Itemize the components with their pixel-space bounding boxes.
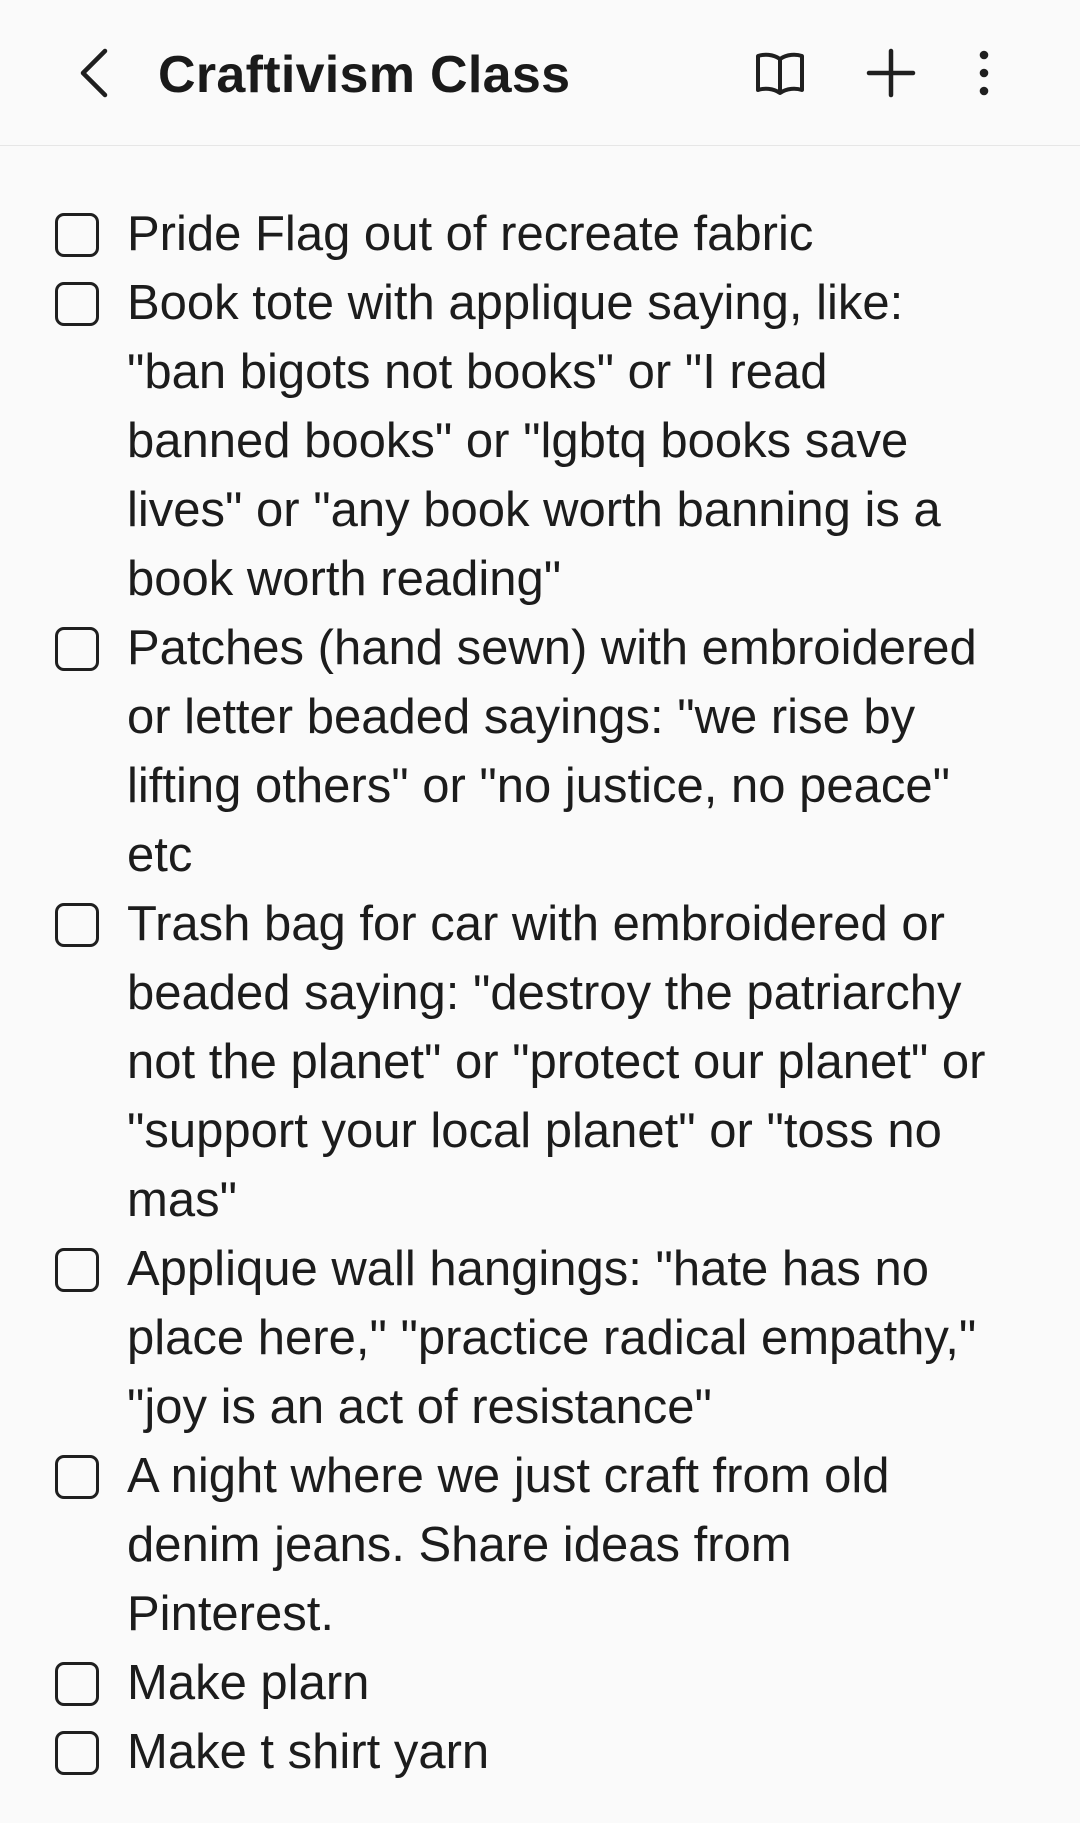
text-line: Applique wall hangings: "hate has no: [127, 1242, 929, 1296]
checkbox[interactable]: [55, 1662, 99, 1706]
add-button[interactable]: [853, 35, 929, 111]
checkbox[interactable]: [55, 1731, 99, 1775]
checklist-item: Pride Flag out of recreate fabric: [0, 200, 1080, 269]
text-line: "support your local planet" or "toss no: [127, 1104, 942, 1158]
checklist-item: A night where we just craft from old deni…: [0, 1442, 1080, 1649]
text-line: denim jeans. Share ideas from: [127, 1518, 792, 1572]
checkbox[interactable]: [55, 903, 99, 947]
checklist-item: Patches (hand sewn) with embroidered or l…: [0, 614, 1080, 890]
text-line: or letter beaded sayings: "we rise by: [127, 690, 916, 744]
checklist-item-text[interactable]: Book tote with applique saying, like: "ba…: [127, 269, 1032, 614]
checklist-item: Trash bag for car with embroidered or bea…: [0, 890, 1080, 1235]
text-line: lives" or "any book worth banning is a: [127, 483, 941, 537]
back-button[interactable]: [60, 28, 130, 118]
checklist-item-text[interactable]: Trash bag for car with embroidered or bea…: [127, 890, 1032, 1235]
text-line: A night where we just craft from old: [127, 1449, 890, 1503]
kebab-menu-icon: [979, 50, 989, 96]
plus-icon: [866, 48, 916, 98]
text-line: mas": [127, 1173, 237, 1227]
text-line: lifting others" or "no justice, no peace…: [127, 759, 951, 813]
text-line: beaded saying: "destroy the patriarchy: [127, 966, 962, 1020]
text-line: Pride Flag out of recreate fabric: [127, 207, 814, 261]
page-title: Craftivism Class: [158, 46, 571, 104]
text-line: "joy is an act of resistance": [127, 1380, 712, 1434]
text-line: place here," "practice radical empathy,": [127, 1311, 977, 1365]
text-line: "ban bigots not books" or "I read: [127, 345, 828, 399]
text-line: Make t shirt yarn: [127, 1725, 490, 1779]
checklist-item: Make t shirt yarn: [0, 1718, 1080, 1787]
checklist: Pride Flag out of recreate fabric Book to…: [0, 200, 1080, 1787]
checkbox[interactable]: [55, 1455, 99, 1499]
checkbox[interactable]: [55, 627, 99, 671]
checklist-item-text[interactable]: Make t shirt yarn: [127, 1718, 1032, 1787]
app-bar: Craftivism Class: [0, 0, 1080, 146]
text-line: Pinterest.: [127, 1587, 334, 1641]
text-line: book worth reading": [127, 552, 562, 606]
checklist-item-text[interactable]: Patches (hand sewn) with embroidered or l…: [127, 614, 1032, 890]
checklist-item: Applique wall hangings: "hate has no plac…: [0, 1235, 1080, 1442]
checklist-item-text[interactable]: Make plarn: [127, 1649, 1032, 1718]
text-line: etc: [127, 828, 193, 882]
text-line: Book tote with applique saying, like:: [127, 276, 904, 330]
text-line: not the planet" or "protect our planet" …: [127, 1035, 986, 1089]
checklist-item-text[interactable]: Applique wall hangings: "hate has no plac…: [127, 1235, 1032, 1442]
chevron-left-icon: [80, 48, 108, 98]
checklist-item-text[interactable]: Pride Flag out of recreate fabric: [127, 200, 1032, 269]
checkbox[interactable]: [55, 1248, 99, 1292]
text-line: Patches (hand sewn) with embroidered: [127, 621, 977, 675]
checkbox[interactable]: [55, 282, 99, 326]
text-line: Make plarn: [127, 1656, 370, 1710]
checklist-item: Book tote with applique saying, like: "ba…: [0, 269, 1080, 614]
checklist-item: Make plarn: [0, 1649, 1080, 1718]
more-options-button[interactable]: [946, 35, 1022, 111]
checklist-item-text[interactable]: A night where we just craft from old deni…: [127, 1442, 1032, 1649]
open-book-icon: [756, 52, 804, 95]
text-line: Trash bag for car with embroidered or: [127, 897, 945, 951]
reading-mode-button[interactable]: [742, 35, 818, 111]
text-line: banned books" or "lgbtq books save: [127, 414, 909, 468]
checkbox[interactable]: [55, 213, 99, 257]
